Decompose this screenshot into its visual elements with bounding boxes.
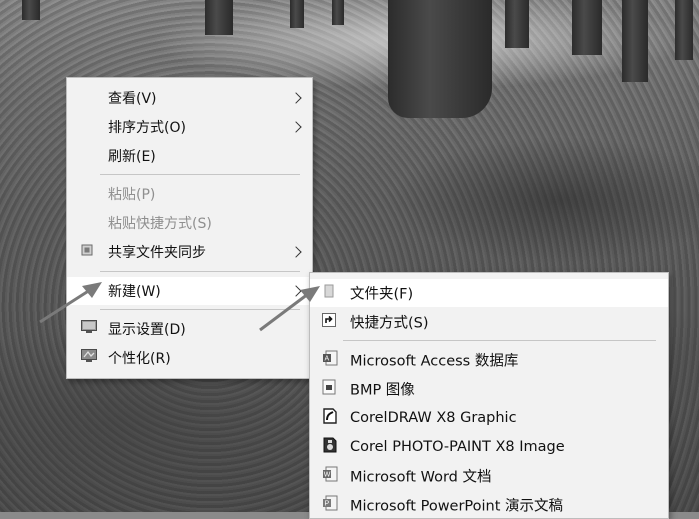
- svg-text:W: W: [324, 472, 331, 479]
- chevron-right-icon: [290, 246, 302, 258]
- menu-item-label: 刷新(E): [108, 149, 156, 165]
- tree-trunk: [22, 0, 40, 20]
- powerpoint-icon: P: [322, 495, 338, 515]
- menu-item-label: 排序方式(O): [108, 120, 186, 136]
- submenu-item-label: Microsoft Access 数据库: [350, 353, 519, 370]
- tree-trunk: [388, 0, 492, 118]
- new-submenu: 文件夹(F) 快捷方式(S) A Microsoft Access 数据库 BM…: [309, 272, 669, 519]
- personalize-icon: [81, 349, 97, 367]
- submenu-item-shortcut[interactable]: 快捷方式(S): [310, 308, 668, 336]
- submenu-item-coreldraw-graphic[interactable]: CorelDRAW X8 Graphic: [310, 404, 668, 432]
- submenu-item-powerpoint[interactable]: P Microsoft PowerPoint 演示文稿: [310, 491, 668, 519]
- tree-trunk: [505, 0, 529, 48]
- menu-item-view[interactable]: 查看(V): [67, 84, 312, 112]
- menu-item-personalize[interactable]: 个性化(R): [67, 344, 312, 372]
- menu-item-label: 共享文件夹同步: [108, 245, 206, 261]
- menu-item-label: 粘贴快捷方式(S): [108, 216, 212, 232]
- menu-item-paste[interactable]: 粘贴(P): [67, 180, 312, 208]
- annotation-arrow-right: [259, 286, 320, 332]
- menu-item-label: 查看(V): [108, 91, 157, 107]
- submenu-item-access-database[interactable]: A Microsoft Access 数据库: [310, 346, 668, 374]
- submenu-item-bmp-image[interactable]: BMP 图像: [310, 375, 668, 403]
- tree-trunk: [622, 0, 648, 82]
- svg-text:P: P: [325, 501, 330, 508]
- tree-trunk: [205, 0, 233, 35]
- submenu-item-label: Microsoft Word 文档: [350, 469, 492, 486]
- tree-trunk: [572, 0, 602, 55]
- submenu-item-word-document[interactable]: W Microsoft Word 文档: [310, 462, 668, 490]
- menu-item-refresh[interactable]: 刷新(E): [67, 142, 312, 170]
- menu-separator: [100, 271, 300, 272]
- menu-item-label: 粘贴(P): [108, 187, 156, 203]
- menu-separator: [100, 174, 300, 175]
- submenu-item-label: 文件夹(F): [350, 286, 414, 303]
- corel-photo-paint-icon: [322, 437, 338, 457]
- submenu-item-label: 快捷方式(S): [350, 315, 429, 332]
- chevron-right-icon: [290, 92, 302, 104]
- menu-item-label: 显示设置(D): [108, 322, 186, 338]
- submenu-item-label: BMP 图像: [350, 382, 415, 399]
- access-database-icon: A: [322, 350, 338, 370]
- menu-item-label: 个性化(R): [108, 351, 171, 367]
- submenu-item-label: Microsoft PowerPoint 演示文稿: [350, 498, 564, 515]
- tree-trunk: [290, 0, 304, 28]
- annotation-arrow-left: [39, 282, 102, 324]
- coreldraw-icon: [322, 408, 338, 428]
- shared-folder-sync-icon: [81, 244, 93, 260]
- submenu-item-label: CorelDRAW X8 Graphic: [350, 410, 517, 426]
- menu-item-shared-folder-sync[interactable]: 共享文件夹同步: [67, 238, 312, 266]
- tree-trunk: [332, 0, 344, 25]
- tree-trunk: [675, 0, 693, 60]
- submenu-item-label: Corel PHOTO-PAINT X8 Image: [350, 439, 565, 455]
- submenu-item-corel-photo-paint[interactable]: Corel PHOTO-PAINT X8 Image: [310, 433, 668, 461]
- menu-item-label: 新建(W): [108, 284, 161, 300]
- menu-separator: [343, 340, 656, 341]
- chevron-right-icon: [290, 121, 302, 133]
- bmp-image-icon: [322, 379, 336, 399]
- submenu-item-folder[interactable]: 文件夹(F): [310, 279, 668, 307]
- menu-item-paste-shortcut[interactable]: 粘贴快捷方式(S): [67, 209, 312, 237]
- svg-text:A: A: [325, 356, 330, 363]
- menu-item-sort-by[interactable]: 排序方式(O): [67, 113, 312, 141]
- word-document-icon: W: [322, 466, 338, 486]
